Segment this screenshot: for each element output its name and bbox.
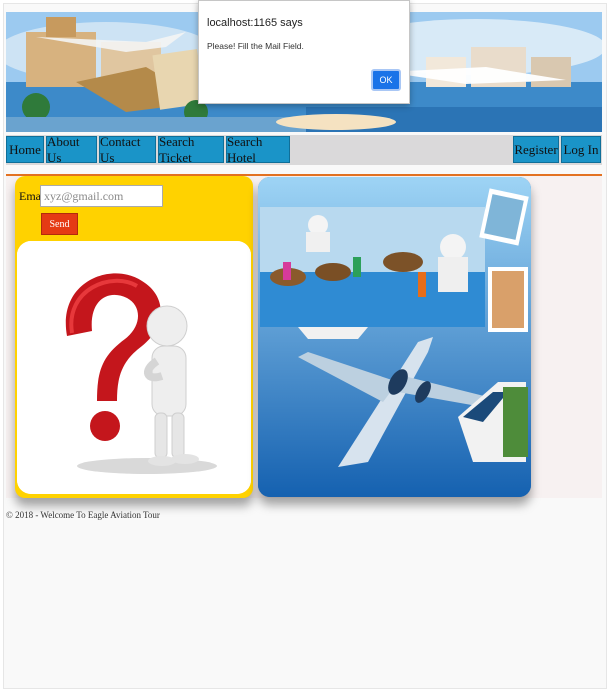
- nav-search-ticket-button[interactable]: Search Ticket: [158, 134, 224, 165]
- email-input[interactable]: [40, 185, 163, 207]
- alert-title: localhost:1165 says: [207, 17, 303, 29]
- question-mark-image: [17, 241, 251, 494]
- footer-copyright: © 2018 - Welcome To Eagle Aviation Tour: [6, 510, 160, 520]
- question-mark-figure: [17, 241, 251, 494]
- nav-about-us-button[interactable]: About Us: [46, 134, 97, 165]
- alert-dialog: localhost:1165 says Please! Fill the Mai…: [198, 0, 410, 104]
- alert-message: Please! Fill the Mail Field.: [207, 41, 304, 51]
- nav-search-hotel-button[interactable]: Search Hotel: [226, 134, 290, 165]
- alert-ok-button[interactable]: OK: [371, 69, 401, 91]
- nav-login-button[interactable]: Log In: [561, 136, 601, 163]
- nav-contact-us-button[interactable]: Contact Us: [99, 134, 156, 165]
- nav-home-button[interactable]: Home: [6, 136, 44, 163]
- travel-collage-image: [258, 177, 531, 497]
- navigation-bar: Home About Us Contact Us Search Ticket S…: [6, 134, 602, 165]
- nav-register-button[interactable]: Register: [513, 136, 559, 163]
- send-button[interactable]: Send: [41, 213, 78, 235]
- travel-collage: [258, 177, 531, 497]
